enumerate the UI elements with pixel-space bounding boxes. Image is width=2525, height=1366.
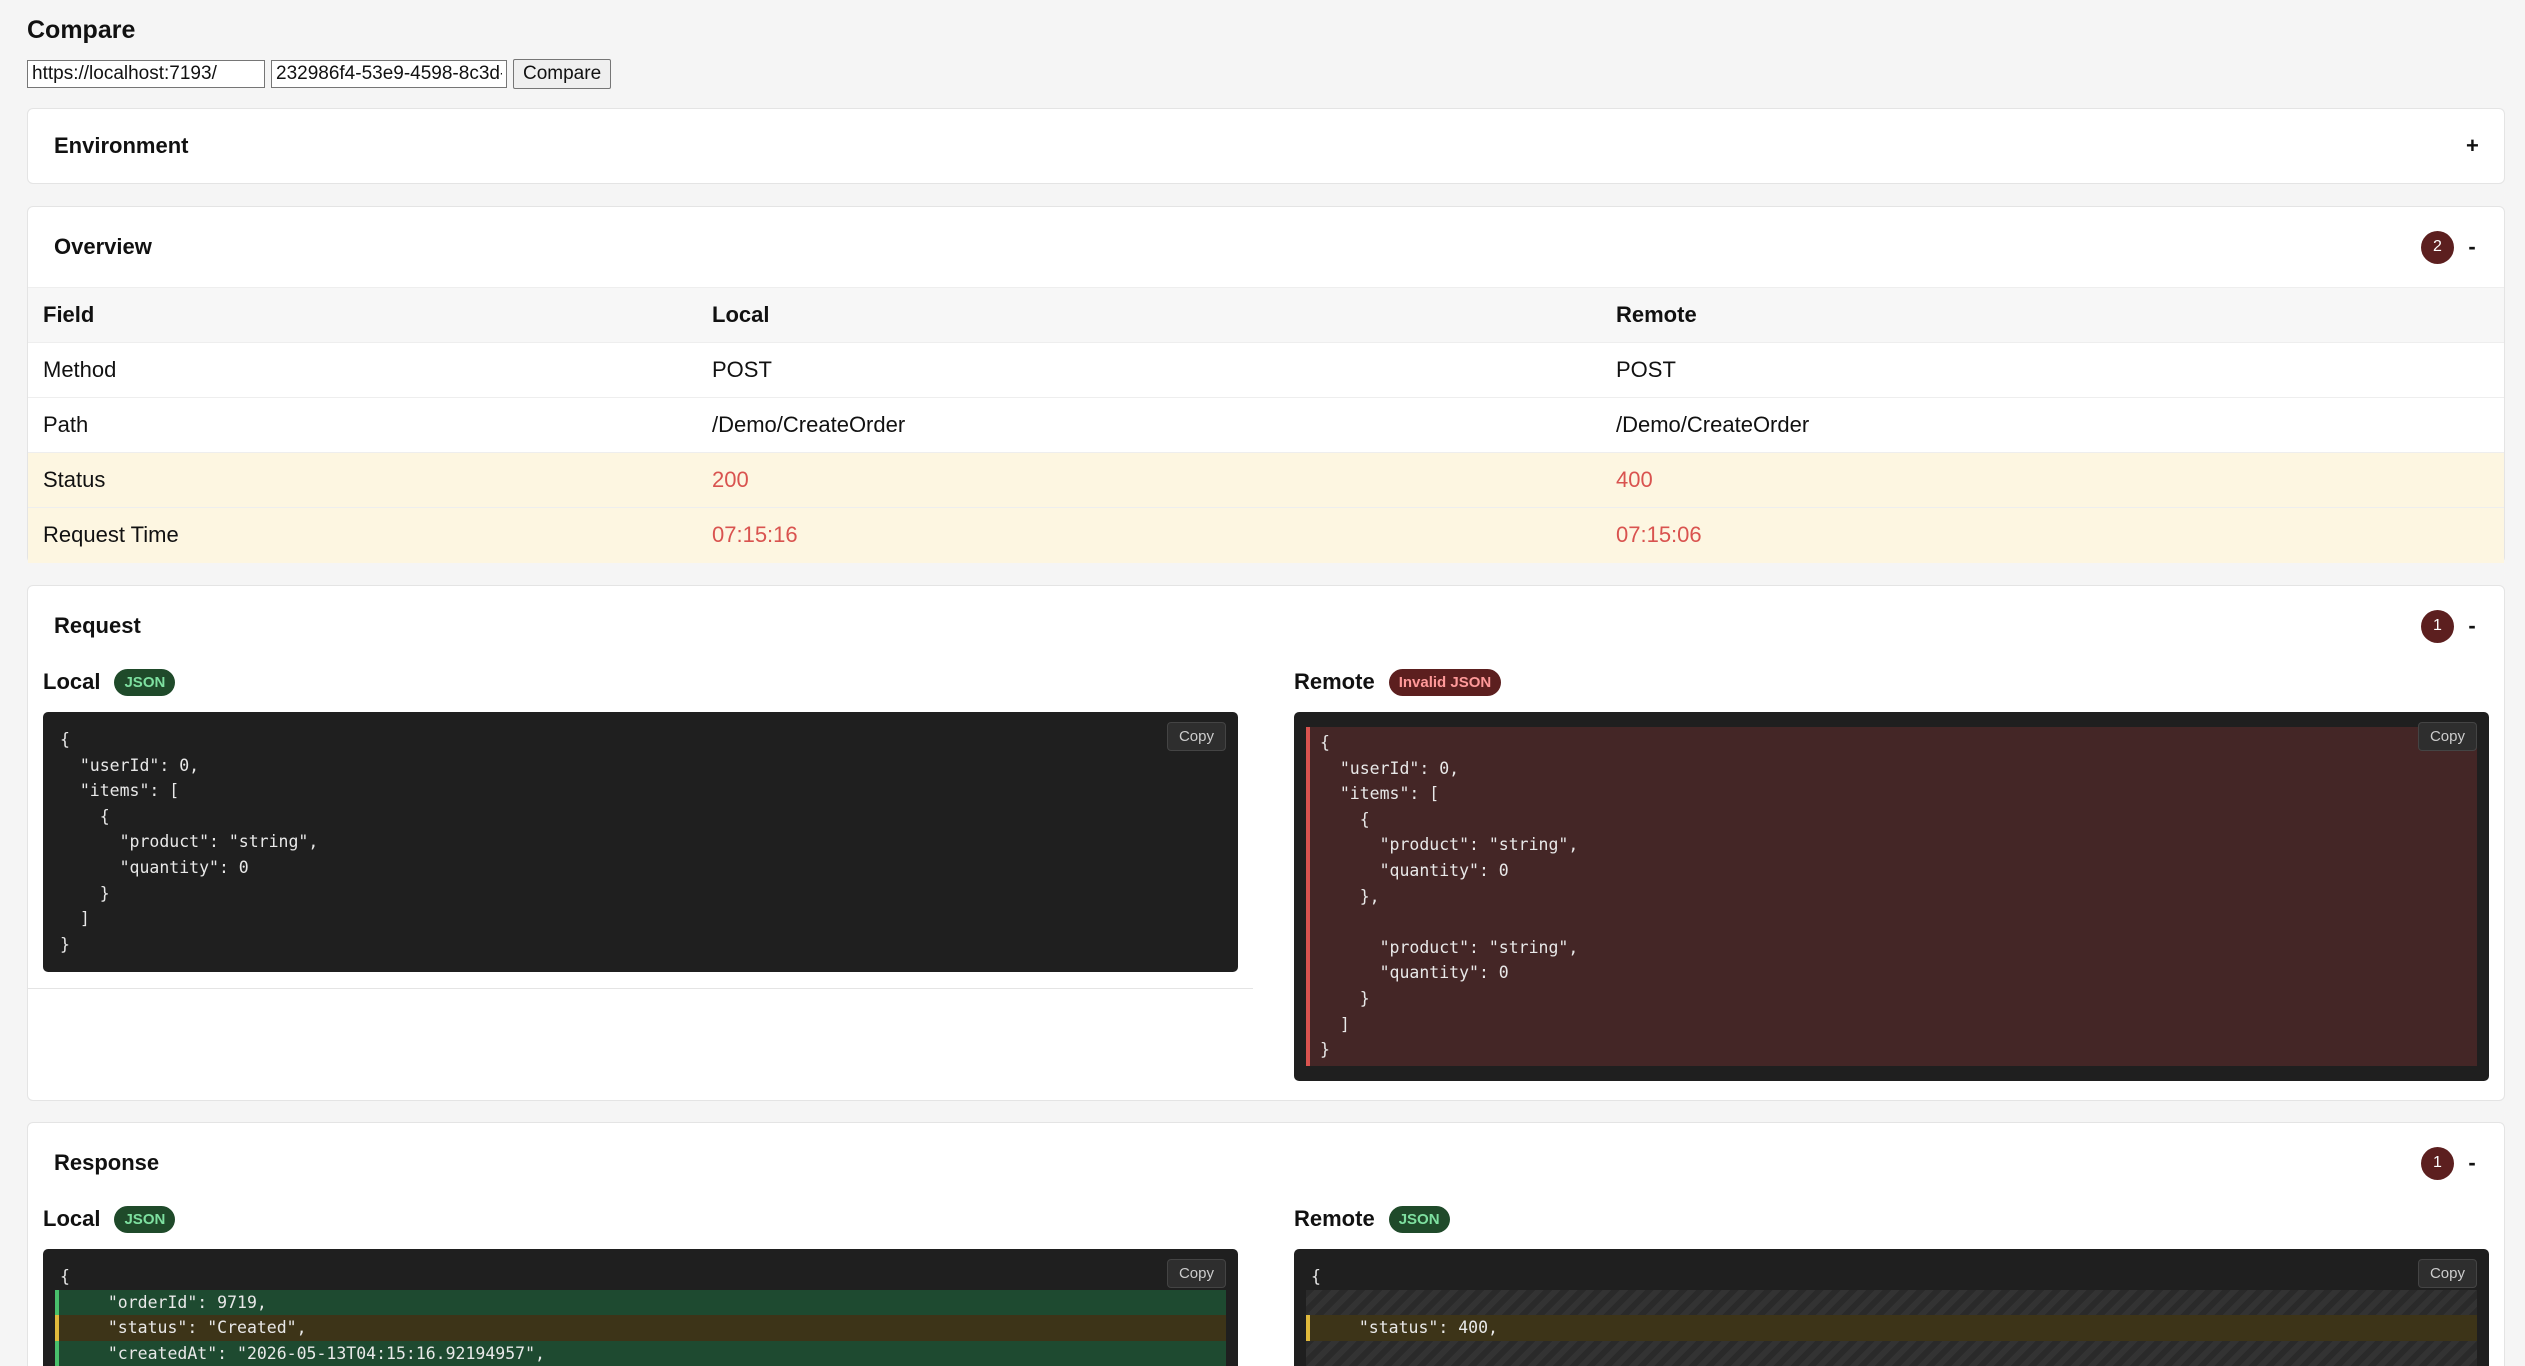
code-line: } — [60, 934, 70, 954]
code-line: { — [1311, 1267, 1321, 1286]
compare-controls: Compare — [27, 58, 2498, 90]
table-row-diff: Status 200 400 — [28, 452, 2504, 508]
json-badge: JSON — [1388, 1205, 1450, 1233]
table-row: Method POST POST — [28, 342, 2504, 398]
request-id-input[interactable] — [271, 60, 507, 88]
code-line-missing — [1306, 1289, 2477, 1316]
page-title: Compare — [27, 16, 136, 44]
response-remote-code: Copy { "status": 400, — [1294, 1249, 2489, 1366]
code-line: "userId": 0, — [60, 755, 200, 775]
response-header[interactable]: Response 1 - — [28, 1123, 2504, 1203]
remote-cell: 400 — [1601, 452, 2504, 508]
field-cell: Method — [28, 342, 697, 398]
request-title: Request — [54, 613, 141, 638]
environment-panel: Environment + — [27, 108, 2505, 184]
request-remote-column: Remote Invalid JSON Copy { "userId": 0, … — [1294, 666, 2489, 1081]
code-line: } — [1320, 988, 1370, 1008]
response-local-column: Local JSON Copy { "orderId": 9719, "stat… — [43, 1203, 1238, 1366]
invalid-json-badge: Invalid JSON — [1388, 668, 1502, 696]
diff-count-badge: 1 — [2421, 1146, 2454, 1180]
compare-button[interactable]: Compare — [513, 59, 612, 89]
code-line: } — [60, 883, 110, 903]
request-panel: Request 1 - Local JSON Copy { "userId": … — [27, 585, 2505, 1101]
response-local-code: Copy { "orderId": 9719, "status": "Creat… — [43, 1249, 1238, 1366]
remote-cell: 07:15:06 — [1601, 507, 2504, 563]
request-remote-code: Copy { "userId": 0, "items": [ { "produc… — [1294, 712, 2489, 1081]
environment-header[interactable]: Environment + — [28, 109, 2504, 183]
overview-title: Overview — [54, 234, 152, 259]
code-line-changed: "status": 400, — [1306, 1315, 2477, 1341]
copy-button[interactable]: Copy — [1166, 722, 1226, 751]
diff-count-badge: 2 — [2421, 230, 2454, 264]
code-line: }, — [1320, 886, 1380, 906]
overview-header[interactable]: Overview 2 - — [28, 207, 2504, 287]
response-panel: Response 1 - Local JSON Copy { "orderId"… — [27, 1122, 2505, 1366]
code-line: ] — [1320, 1014, 1350, 1034]
remote-cell: POST — [1601, 342, 2504, 398]
base-url-input[interactable] — [27, 60, 265, 88]
overview-table: Field Local Remote Method POST POST Path… — [28, 287, 2504, 563]
json-badge: JSON — [114, 668, 176, 696]
collapse-toggle[interactable]: - — [2466, 1150, 2478, 1176]
local-cell: 07:15:16 — [697, 507, 1601, 563]
response-title: Response — [54, 1150, 160, 1175]
table-row: Path /Demo/CreateOrder /Demo/CreateOrder — [28, 397, 2504, 453]
field-cell: Path — [28, 397, 697, 453]
code-line-added: "createdAt": "2026-05-13T04:15:16.921949… — [55, 1340, 1226, 1366]
collapse-toggle[interactable]: - — [2466, 234, 2478, 260]
diff-count-badge: 1 — [2421, 609, 2454, 643]
code-line: "quantity": 0 — [1320, 860, 1509, 880]
code-line: { — [1320, 733, 1330, 752]
code-line: "product": "string", — [1320, 835, 1579, 855]
request-local-column: Local JSON Copy { "userId": 0, "items": … — [28, 666, 1253, 1081]
local-cell: POST — [697, 342, 1601, 398]
local-label: Local — [43, 1206, 101, 1231]
code-line: { — [60, 730, 70, 749]
copy-button[interactable]: Copy — [1166, 1259, 1226, 1288]
code-line: { — [60, 1267, 70, 1286]
remote-label: Remote — [1294, 1206, 1375, 1231]
copy-button[interactable]: Copy — [2417, 722, 2477, 751]
code-line: "userId": 0, — [1320, 758, 1460, 778]
code-line: "items": [ — [1320, 784, 1440, 804]
request-header[interactable]: Request 1 - — [28, 586, 2504, 666]
response-remote-column: Remote JSON Copy { "status": 400, — [1294, 1203, 2489, 1366]
remote-label: Remote — [1294, 669, 1375, 694]
code-line: "items": [ — [60, 781, 180, 801]
code-line: { — [1320, 809, 1370, 829]
local-label: Local — [43, 669, 101, 694]
code-line: "product": "string", — [1320, 937, 1579, 957]
remote-cell: /Demo/CreateOrder — [1601, 397, 2504, 453]
code-line-added: "orderId": 9719, — [55, 1289, 1226, 1316]
column-header-field: Field — [28, 287, 697, 343]
code-line: } — [1320, 1040, 1330, 1060]
divider — [28, 988, 1253, 990]
local-cell: /Demo/CreateOrder — [697, 397, 1601, 453]
copy-button[interactable]: Copy — [2417, 1259, 2477, 1288]
environment-title: Environment — [54, 133, 189, 158]
expand-toggle[interactable]: + — [2466, 133, 2479, 159]
code-line-changed: "status": "Created", — [55, 1315, 1226, 1341]
code-line: ] — [60, 909, 90, 929]
table-row-diff: Request Time 07:15:16 07:15:06 — [28, 507, 2504, 563]
local-cell: 200 — [697, 452, 1601, 508]
overview-panel: Overview 2 - Field Local Remote Method P… — [27, 206, 2505, 563]
json-badge: JSON — [114, 1205, 176, 1233]
field-cell: Status — [28, 452, 697, 508]
code-line-missing — [1306, 1340, 2477, 1366]
code-line: "quantity": 0 — [1320, 963, 1509, 983]
field-cell: Request Time — [28, 507, 697, 563]
code-line: "product": "string", — [60, 832, 319, 852]
code-line: "quantity": 0 — [60, 857, 249, 877]
collapse-toggle[interactable]: - — [2466, 613, 2478, 639]
column-header-local: Local — [697, 287, 1601, 343]
code-line: { — [60, 806, 110, 826]
request-local-code: Copy { "userId": 0, "items": [ { "produc… — [43, 712, 1238, 973]
column-header-remote: Remote — [1601, 287, 2504, 343]
